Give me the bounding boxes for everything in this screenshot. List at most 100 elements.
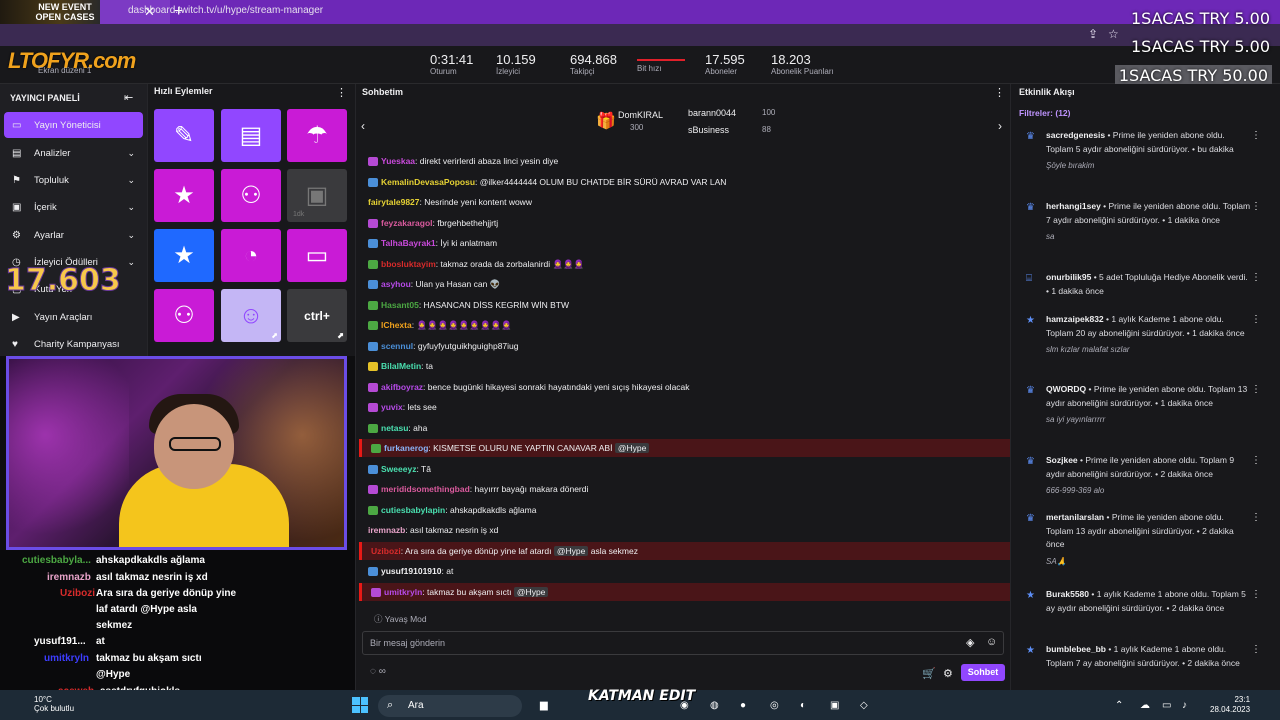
- sidebar-item-analytics[interactable]: ▤ Analizler ⌄: [4, 140, 143, 166]
- chat-username[interactable]: BilalMetin: [381, 361, 421, 371]
- chat-username[interactable]: netasu: [381, 423, 408, 433]
- edit-stream-info-button[interactable]: ✎: [154, 109, 214, 162]
- event-username[interactable]: bumblebee_bb: [1046, 644, 1106, 654]
- chat-username[interactable]: yusuf19101910: [381, 566, 442, 576]
- chat-username[interactable]: feyzakaragol: [381, 218, 433, 228]
- collapse-sidebar-icon[interactable]: ⇤: [124, 91, 133, 104]
- browser-icon[interactable]: ◉: [680, 700, 689, 711]
- chat-username[interactable]: TalhaBayrak1: [381, 238, 436, 248]
- chat-username[interactable]: yuvix: [381, 402, 403, 412]
- event-username[interactable]: sacredgenesis: [1046, 130, 1105, 140]
- chat-message[interactable]: TalhaBayrak1: İyi ki anlatmam: [362, 234, 1008, 252]
- chat-username[interactable]: cutiesbabylapin: [381, 505, 445, 515]
- add-moderator-button[interactable]: ⚇: [221, 169, 281, 222]
- layout-button[interactable]: ▭: [287, 229, 347, 282]
- chevron-left-icon[interactable]: ‹: [361, 119, 365, 133]
- more-options-icon[interactable]: ⋮: [1251, 129, 1261, 143]
- chat-message[interactable]: iremnazb: asıl takmaz nesrin iş xd: [362, 521, 1008, 539]
- chat-username[interactable]: fairytale9827: [368, 197, 420, 207]
- activity-event[interactable]: ★ Burak5580 • 1 aylık Kademe 1 abone oldu…: [1026, 588, 1261, 615]
- chat-message[interactable]: yuvix: lets see: [362, 398, 1008, 416]
- event-username[interactable]: mertanilarslan: [1046, 512, 1104, 522]
- app-icon[interactable]: ◇: [860, 700, 868, 711]
- chat-username[interactable]: furkanerog: [384, 443, 428, 453]
- event-username[interactable]: Sozjkee: [1046, 455, 1078, 465]
- chat-username[interactable]: Hasant05: [381, 300, 419, 310]
- chat-username[interactable]: asyhou: [381, 279, 411, 289]
- chat-input[interactable]: Bir mesaj gönderin: [362, 631, 1004, 655]
- activity-event[interactable]: ♛ herhangi1sey • Prime ile yeniden abone …: [1026, 200, 1261, 244]
- chat-message[interactable]: cutiesbabylapin: ahskapdkakdls ağlama: [362, 501, 1008, 519]
- chat-message[interactable]: furkanerog: KISMETSE OLURU NE YAPTIN CAN…: [359, 439, 1011, 457]
- more-options-icon[interactable]: ⋮: [1251, 383, 1261, 397]
- chat-mention[interactable]: @Hype: [513, 586, 549, 597]
- chevron-right-icon[interactable]: ›: [998, 119, 1002, 133]
- highlight-button[interactable]: ★: [154, 169, 214, 222]
- chat-message[interactable]: KemalinDevasaPoposu: @ilker4444444 OLUM …: [362, 173, 1008, 191]
- sidebar-item-charity[interactable]: ♥ Charity Kampanyası: [4, 331, 143, 357]
- raid-button[interactable]: ⚇: [154, 289, 214, 342]
- chat-username[interactable]: KemalinDevasaPoposu: [381, 177, 475, 187]
- chat-mention[interactable]: @Hype: [614, 443, 650, 453]
- more-options-icon[interactable]: ⋮: [1251, 454, 1261, 468]
- activity-event[interactable]: ★ hamzaipek832 • 1 aylık Kademe 1 abone o…: [1026, 313, 1261, 357]
- chat-message[interactable]: Sweeeyz: Tâ: [362, 460, 1008, 478]
- chat-mention[interactable]: @Hype: [553, 545, 589, 556]
- custom-action-button[interactable]: ☺ ⬈: [221, 289, 281, 342]
- more-options-icon[interactable]: ⋮: [336, 86, 347, 99]
- sidebar-item-content[interactable]: ▣ İçerik ⌄: [4, 194, 143, 220]
- chat-message[interactable]: bbosluktayim: takmaz orada da zorbalanir…: [362, 255, 1008, 273]
- event-username[interactable]: QWORDQ: [1046, 384, 1086, 394]
- event-username[interactable]: Burak5580: [1046, 589, 1089, 599]
- chat-message[interactable]: umitkryln: takmaz bu akşam sıctı @Hype: [359, 582, 1011, 601]
- chat-username[interactable]: Yueskaa: [381, 156, 415, 166]
- chat-username[interactable]: lChexta: [381, 320, 412, 330]
- chat-username[interactable]: akifboyraz: [381, 382, 423, 392]
- chat-message[interactable]: scennul: gyfuyfyutguikhguighp87iug: [362, 337, 1008, 355]
- app-icon[interactable]: ●: [740, 700, 746, 711]
- ad-button[interactable]: ☂: [287, 109, 347, 162]
- chat-message[interactable]: asyhou: Ulan ya Hasan can 👽: [362, 275, 1008, 293]
- chat-title[interactable]: Sohbetim: [362, 87, 403, 97]
- chat-username[interactable]: Uzibozi: [371, 546, 401, 556]
- chat-username[interactable]: iremnazb: [368, 525, 405, 535]
- send-chat-button[interactable]: Sohbet: [961, 664, 1005, 681]
- sidebar-item-settings[interactable]: ⚙ Ayarlar ⌄: [4, 222, 143, 248]
- cloud-icon[interactable]: ☁: [1140, 700, 1150, 711]
- chat-message[interactable]: BilalMetin: ta: [362, 357, 1008, 375]
- chat-message[interactable]: merididsomethingbad: hayırrr bayağı maka…: [362, 480, 1008, 498]
- clip-button[interactable]: ▤: [221, 109, 281, 162]
- sidebar-item-community[interactable]: ⚑ Topluluk ⌄: [4, 167, 143, 193]
- chat-message[interactable]: feyzakaragol: fbrgehbethehjjrtj: [362, 214, 1008, 232]
- sidebar-item-stream-manager[interactable]: ▭ Yayın Yöneticisi: [4, 112, 143, 138]
- more-options-icon[interactable]: ⋮: [994, 86, 1005, 99]
- event-username[interactable]: herhangi1sey: [1046, 201, 1101, 211]
- more-options-icon[interactable]: ⋮: [1251, 643, 1261, 657]
- spotify-icon[interactable]: ◐: [800, 700, 806, 711]
- chat-message[interactable]: netasu: aha: [362, 419, 1008, 437]
- activity-event[interactable]: ★ bumblebee_bb • 1 aylık Kademe 1 abone o…: [1026, 643, 1261, 670]
- smile-icon[interactable]: ☺: [986, 636, 997, 648]
- app-icon[interactable]: ◎: [770, 700, 779, 711]
- system-clock[interactable]: 23:1 28.04.2023: [1210, 695, 1250, 715]
- activity-event[interactable]: ♛ QWORDQ • Prime ile yeniden abone oldu. …: [1026, 383, 1261, 427]
- app-icon[interactable]: ▣: [830, 700, 839, 711]
- chat-message[interactable]: Hasant05: HASANCAN DİSS KEGRİM WİN BTW: [362, 296, 1008, 314]
- timer-button[interactable]: ◔: [221, 229, 281, 282]
- chat-username[interactable]: scennul: [381, 341, 413, 351]
- sidebar-item-tools[interactable]: ▶ Yayın Araçları: [4, 304, 143, 330]
- network-icon[interactable]: ▭: [1162, 700, 1171, 711]
- activity-event[interactable]: ♛ mertanilarslan • Prime ile yeniden abon…: [1026, 511, 1261, 568]
- channel-points[interactable]: ◌ ∞: [370, 666, 386, 677]
- chat-message[interactable]: fairytale9827: Nesrinde yeni kontent wow…: [362, 193, 1008, 211]
- more-options-icon[interactable]: ⋮: [1251, 511, 1261, 525]
- activity-event[interactable]: ♛ Sozjkee • Prime ile yeniden abone oldu.…: [1026, 454, 1261, 498]
- more-options-icon[interactable]: ⋮: [1251, 588, 1261, 602]
- chat-username[interactable]: Sweeeyz: [381, 464, 416, 474]
- chat-message[interactable]: yusuf19101910: at: [362, 562, 1008, 580]
- feed-filters[interactable]: Filtreler: (12): [1019, 108, 1071, 118]
- cart-icon[interactable]: 🛒: [922, 667, 936, 680]
- emote-icon[interactable]: ◈: [966, 636, 974, 649]
- disabled-action-button[interactable]: ▣ 1dk: [287, 169, 347, 222]
- gear-icon[interactable]: ⚙: [943, 667, 953, 680]
